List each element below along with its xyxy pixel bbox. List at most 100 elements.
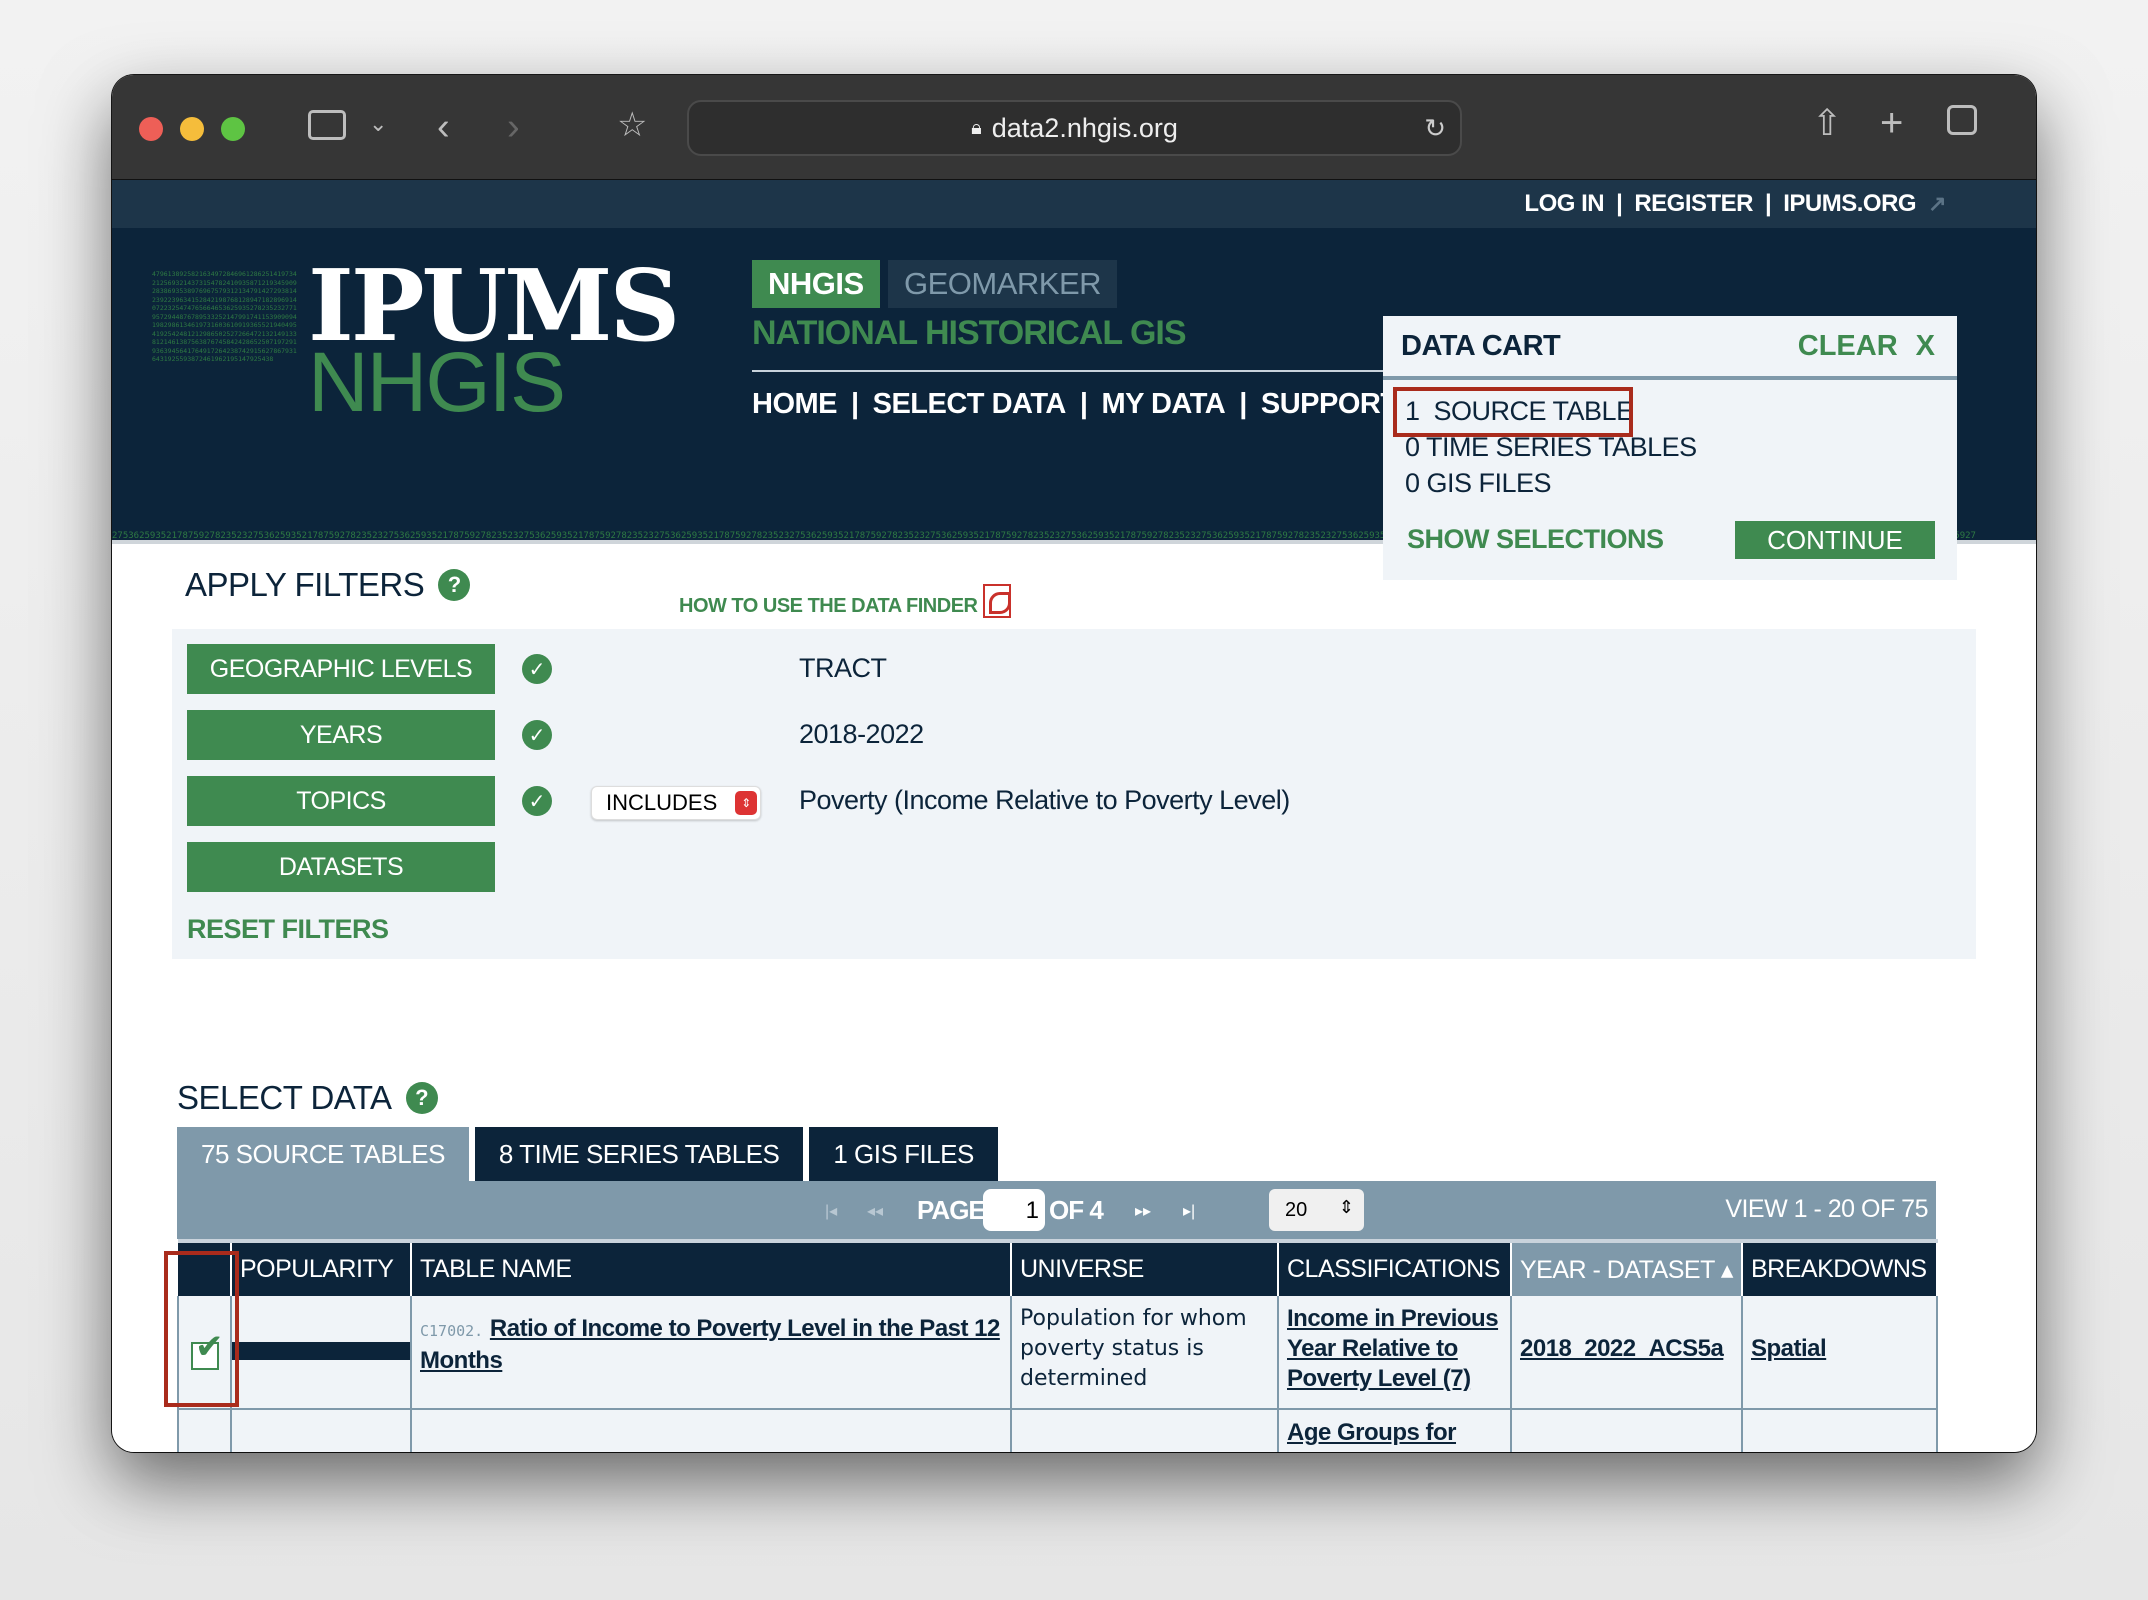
login-link[interactable]: LOG IN: [1524, 190, 1604, 218]
main-nav: HOME | SELECT DATA | MY DATA | SUPPORT: [752, 388, 1398, 421]
dataset-cell: [1510, 1409, 1743, 1452]
datasets-button[interactable]: DATASETS: [187, 842, 495, 892]
tab-source-tables[interactable]: 75 SOURCE TABLES: [177, 1127, 469, 1181]
url-text: data2.nhgis.org: [991, 112, 1178, 143]
forward-icon[interactable]: ›: [507, 108, 520, 146]
universe-cell: [1010, 1409, 1279, 1452]
last-page-icon[interactable]: ▸|: [1183, 1201, 1195, 1221]
nhgis-logo[interactable]: NHGIS: [308, 340, 566, 424]
years-button[interactable]: YEARS: [187, 710, 495, 760]
col-breakdowns[interactable]: BREAKDOWNS: [1742, 1239, 1938, 1296]
tabs-overview-icon[interactable]: [1947, 105, 1977, 135]
check-icon: ✓: [522, 654, 552, 684]
nav-my-data[interactable]: MY DATA: [1101, 388, 1225, 421]
table-row: Age Groups for Children Under 18 Years (…: [177, 1409, 1938, 1452]
col-popularity[interactable]: POPULARITY: [231, 1239, 412, 1296]
prev-page-icon[interactable]: ◂◂: [867, 1201, 883, 1221]
dataset-cell: 2018_2022_ACS5a: [1510, 1296, 1743, 1410]
how-to-link[interactable]: HOW TO USE THE DATA FINDER: [679, 584, 1012, 618]
back-icon[interactable]: ‹: [437, 108, 450, 146]
continue-button[interactable]: CONTINUE: [1735, 521, 1935, 559]
data-type-tabs: 75 SOURCE TABLES 8 TIME SERIES TABLES 1 …: [177, 1127, 998, 1181]
select-arrows-icon: ⇕: [735, 791, 758, 815]
apply-filters-heading: APPLY FILTERS ?: [185, 566, 471, 604]
table-name-link[interactable]: Ratio of Income to Poverty Level in the …: [420, 1315, 1000, 1374]
geographic-levels-button[interactable]: GEOGRAPHIC LEVELS: [187, 644, 495, 694]
separator: |: [1765, 190, 1772, 217]
select-data-heading: SELECT DATA ?: [177, 1079, 438, 1117]
pagination-bar: |◂ ◂◂ PAGE 1 OF 4 ▸▸ ▸| 20 ⇕ VIEW 1 - 20…: [177, 1181, 1936, 1239]
classification-link[interactable]: Income in Previous Year Relative to Pove…: [1287, 1305, 1499, 1392]
account-links: LOG IN | REGISTER | IPUMS.ORG ↗: [112, 180, 2036, 228]
popularity-bar: [232, 1342, 410, 1360]
classification-cell: Income in Previous Year Relative to Pove…: [1277, 1296, 1512, 1410]
topic-operator-select[interactable]: INCLUDES ⇕: [591, 786, 761, 820]
table-code: C17002.: [420, 1322, 484, 1340]
breakdown-link[interactable]: Spatial: [1751, 1335, 1827, 1362]
nhgis-project-tab[interactable]: NHGIS: [752, 260, 880, 308]
col-universe[interactable]: UNIVERSE: [1011, 1239, 1279, 1296]
separator: |: [851, 388, 859, 420]
popularity-cell: [230, 1296, 412, 1410]
pdf-icon: [983, 584, 1012, 618]
help-icon[interactable]: ?: [438, 569, 471, 601]
nav-select-data[interactable]: SELECT DATA: [873, 388, 1067, 421]
check-icon: ✓: [522, 720, 552, 750]
cart-divider: [1383, 376, 1957, 380]
reset-filters-link[interactable]: RESET FILTERS: [187, 914, 389, 945]
topics-button[interactable]: TOPICS: [187, 776, 495, 826]
minimize-window-button[interactable]: [180, 117, 204, 141]
tab-gis-files[interactable]: 1 GIS FILES: [809, 1127, 998, 1181]
new-tab-icon[interactable]: +: [1880, 103, 1903, 143]
page-number-input[interactable]: 1: [983, 1189, 1045, 1231]
col-table-name[interactable]: TABLE NAME: [411, 1239, 1012, 1296]
cart-gis-files: 0 GIS FILES: [1405, 468, 1552, 498]
register-link[interactable]: REGISTER: [1634, 190, 1753, 218]
select-cell: [177, 1409, 232, 1452]
dataset-link[interactable]: 2018_2022_ACS5a: [1520, 1335, 1724, 1362]
operator-value: INCLUDES: [606, 790, 718, 815]
maximize-window-button[interactable]: [221, 117, 245, 141]
show-selections-link[interactable]: SHOW SELECTIONS: [1407, 524, 1664, 555]
tab-time-series-tables[interactable]: 8 TIME SERIES TABLES: [474, 1127, 804, 1181]
rows-per-page-select[interactable]: 20 ⇕: [1269, 1189, 1364, 1231]
reload-icon[interactable]: ↻: [1424, 113, 1446, 144]
heading-text: SELECT DATA: [177, 1079, 392, 1116]
col-classifications[interactable]: CLASSIFICATIONS: [1278, 1239, 1512, 1296]
first-page-icon[interactable]: |◂: [825, 1201, 837, 1221]
nav-home[interactable]: HOME: [752, 388, 838, 421]
ipums-org-link[interactable]: IPUMS.ORG: [1783, 190, 1916, 218]
close-cart-button[interactable]: X: [1916, 330, 1935, 363]
breakdown-cell: [1741, 1409, 1938, 1452]
classification-link[interactable]: Age Groups for Children Under 18 Years (…: [1287, 1419, 1486, 1452]
bookmark-star-icon[interactable]: ☆: [617, 108, 647, 142]
page-count: OF 4: [1049, 1195, 1104, 1225]
close-window-button[interactable]: [139, 117, 163, 141]
cart-actions: CLEAR X: [1798, 330, 1935, 363]
classification-cell: Age Groups for Children Under 18 Years (…: [1277, 1409, 1512, 1452]
sidebar-icon[interactable]: [308, 110, 346, 140]
separator: |: [1079, 388, 1088, 420]
nav-divider: [752, 370, 1492, 372]
nav-support[interactable]: SUPPORT: [1261, 388, 1398, 421]
help-icon[interactable]: ?: [405, 1082, 438, 1114]
select-arrows-icon: ⇕: [1338, 1197, 1354, 1217]
external-link-icon: ↗: [1928, 191, 1946, 216]
chevron-down-icon[interactable]: ⌄: [369, 113, 387, 135]
view-range: VIEW 1 - 20 OF 75: [1725, 1195, 1928, 1223]
highlight-source-table-annotation: [1393, 387, 1633, 437]
address-bar[interactable]: 🔒︎ data2.nhgis.org ↻: [687, 100, 1462, 156]
data-cart: DATA CART CLEAR X 1 SOURCE TABLE 0 TIME …: [1383, 316, 1957, 580]
next-page-icon[interactable]: ▸▸: [1135, 1201, 1151, 1221]
clear-cart-button[interactable]: CLEAR: [1798, 330, 1898, 363]
breakdown-cell: Spatial: [1741, 1296, 1938, 1410]
source-tables-table: POPULARITY TABLE NAME UNIVERSE CLASSIFIC…: [177, 1239, 1938, 1452]
share-icon[interactable]: ⇧: [1812, 105, 1842, 141]
check-icon: ✓: [522, 786, 552, 816]
highlight-checkbox-annotation: [164, 1251, 239, 1407]
logo-number-graphic: 4796138925821634972846961286251419734212…: [152, 270, 297, 363]
col-year-dataset[interactable]: YEAR - DATASET ▴: [1511, 1239, 1743, 1296]
main-content: APPLY FILTERS ? HOW TO USE THE DATA FIND…: [112, 540, 2036, 1452]
cart-title: DATA CART: [1401, 330, 1561, 362]
geomarker-project-tab[interactable]: GEOMARKER: [888, 260, 1118, 308]
